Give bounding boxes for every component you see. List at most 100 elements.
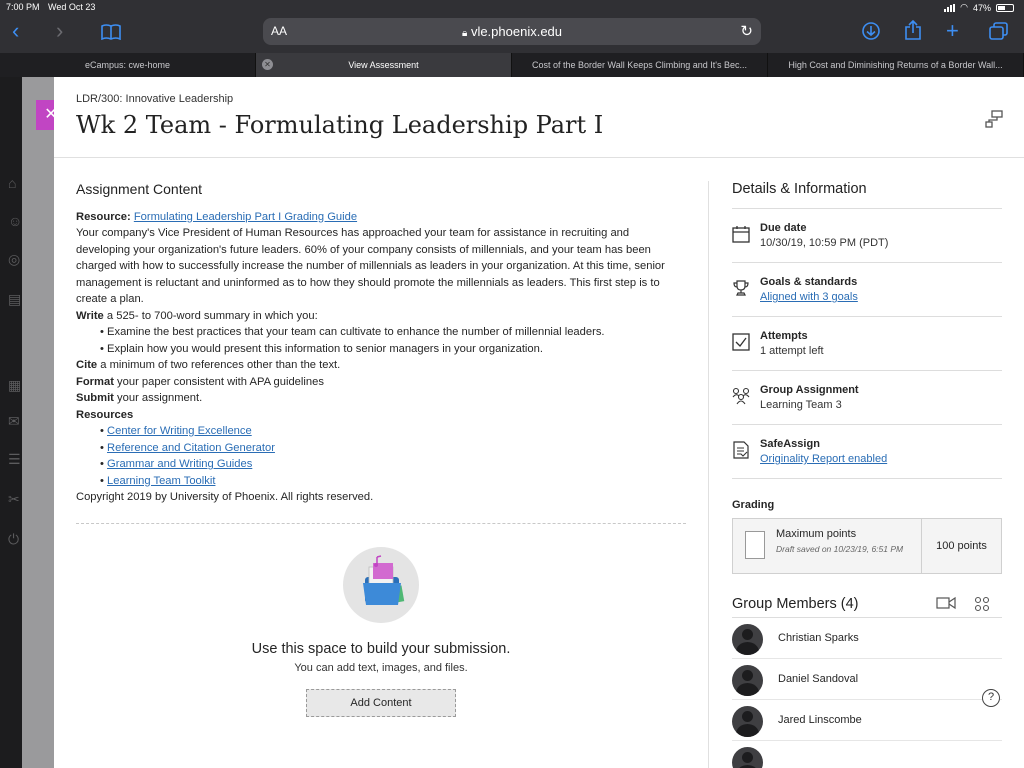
safeassign-row: SafeAssign Originality Report enabled: [732, 425, 1002, 479]
member-name: Daniel Sandoval: [778, 673, 859, 685]
aligned-goals-link[interactable]: Aligned with 3 goals: [760, 291, 858, 303]
signal-icon: [944, 3, 956, 12]
member-name: Jared Linscombe: [778, 714, 862, 726]
tab-bar: eCampus: cwe-home ✕ View Assessment Cost …: [0, 53, 1024, 77]
tabs-overview-icon[interactable]: [989, 22, 1008, 40]
cite-line: Cite a minimum of two references other t…: [76, 357, 686, 374]
submission-title: Use this space to build your submission.: [251, 641, 511, 657]
writing-excellence-link[interactable]: Center for Writing Excellence: [107, 425, 252, 437]
reload-icon[interactable]: ↻: [740, 22, 753, 40]
list-item: • Reference and Citation Generator: [100, 441, 275, 454]
battery-icon: [996, 3, 1014, 12]
safeassign-label: SafeAssign: [760, 438, 820, 450]
goals-row: Goals & standards Aligned with 3 goals: [732, 263, 1002, 317]
list-item[interactable]: Christian Sparks: [732, 618, 1002, 659]
assignment-content: Assignment Content Resource: Formulating…: [76, 181, 686, 506]
back-icon[interactable]: ‹: [12, 20, 19, 42]
bullet-text: Explain how you would present this infor…: [107, 342, 543, 355]
due-date-label: Due date: [760, 222, 807, 234]
report-icon: [733, 441, 749, 459]
signout-icon: ⏻: [8, 531, 20, 547]
new-tab-icon[interactable]: +: [946, 18, 959, 44]
bullet-text: Examine the best practices that your tea…: [107, 326, 605, 338]
folder-illustration: [343, 547, 419, 623]
submit-line: Submit your assignment.: [76, 390, 686, 407]
group-assignment-row: Group Assignment Learning Team 3: [732, 371, 1002, 425]
group-icon: [732, 387, 750, 405]
assignment-intro: Your company's Vice President of Human R…: [76, 227, 665, 305]
avatar: [732, 624, 763, 655]
folder-icon: [363, 555, 405, 605]
battery-percent: 47%: [972, 2, 991, 13]
forward-icon[interactable]: ›: [56, 20, 63, 42]
trophy-icon: [733, 280, 749, 296]
browser-chrome: 7:00 PM Wed Oct 23 ◠ 47% ‹ › AA 🔒︎ vle.p…: [0, 0, 1024, 53]
url-host: 🔒︎ vle.phoenix.edu: [263, 24, 761, 39]
grades-icon: ☰: [8, 451, 21, 467]
cite-label: Cite: [76, 359, 98, 371]
grammar-guides-link[interactable]: Grammar and Writing Guides: [107, 458, 252, 470]
list-item: • Examine the best practices that your t…: [100, 326, 605, 338]
safeassign-value: Originality Report enabled: [760, 453, 1002, 465]
checkbox-icon: [732, 333, 750, 351]
list-item[interactable]: [732, 741, 1002, 768]
max-points-label: Maximum points: [776, 528, 857, 540]
share-icon[interactable]: [904, 20, 922, 40]
originality-report-link[interactable]: Originality Report enabled: [760, 453, 887, 465]
group-assignment-label: Group Assignment: [760, 384, 859, 396]
download-icon[interactable]: [862, 22, 880, 40]
attempts-row: Attempts 1 attempt left: [732, 317, 1002, 371]
grading-label: Grading: [732, 499, 775, 511]
tab-label: High Cost and Diminishing Returns of a B…: [788, 60, 1003, 70]
course-name: LDR/300: Innovative Leadership: [76, 93, 234, 105]
background-page: ⌂ ☺ ◎ ▤ ▦ ✉ ☰ ✂ ⏻: [0, 77, 54, 768]
submit-label: Submit: [76, 392, 114, 404]
tab-ecampus[interactable]: eCampus: cwe-home: [0, 53, 256, 77]
grading-box: Maximum points Draft saved on 10/23/19, …: [732, 518, 1002, 574]
cite-text: a minimum of two references other than t…: [97, 359, 341, 371]
citation-generator-link[interactable]: Reference and Citation Generator: [107, 442, 275, 454]
url-text: vle.phoenix.edu: [470, 24, 563, 39]
group-people-icon[interactable]: [972, 596, 992, 614]
background-page-edge: [22, 77, 54, 768]
tab-label: eCampus: cwe-home: [84, 60, 171, 70]
due-date-row: Due date 10/30/19, 10:59 PM (PDT): [732, 209, 1002, 263]
team-toolkit-link[interactable]: Learning Team Toolkit: [107, 475, 215, 487]
tab-view-assessment[interactable]: ✕ View Assessment: [256, 53, 512, 77]
list-item[interactable]: Jared Linscombe: [732, 700, 1002, 741]
grading-guide-link[interactable]: Formulating Leadership Part I Grading Gu…: [134, 211, 357, 223]
status-time: 7:00 PM: [6, 2, 40, 12]
tab-close-icon[interactable]: ✕: [262, 59, 273, 70]
institution-icon: ⌂: [8, 175, 17, 191]
list-item[interactable]: Daniel Sandoval: [732, 659, 1002, 700]
tab-border-wall-returns[interactable]: High Cost and Diminishing Returns of a B…: [768, 53, 1024, 77]
resource-label: Resource:: [76, 210, 131, 223]
courses-icon: ▤: [8, 291, 22, 307]
structure-icon[interactable]: [984, 109, 1004, 129]
wifi-icon: ◠: [960, 2, 968, 12]
help-button[interactable]: ?: [982, 689, 1000, 707]
submission-subtitle: You can add text, images, and files.: [294, 662, 468, 674]
profile-icon: ☺: [8, 213, 23, 229]
format-label: Format: [76, 375, 114, 388]
member-name: Christian Sparks: [778, 632, 859, 644]
bookmarks-icon[interactable]: [101, 24, 121, 40]
add-content-button[interactable]: Add Content: [306, 689, 456, 717]
globe-icon: ◎: [8, 251, 21, 267]
calendar-icon: ▦: [8, 377, 22, 393]
group-members-title: Group Members (4): [732, 596, 859, 612]
address-bar[interactable]: AA 🔒︎ vle.phoenix.edu ↻: [263, 18, 761, 45]
list-item: • Explain how you would present this inf…: [100, 342, 543, 355]
status-bar: 7:00 PM Wed Oct 23 ◠ 47%: [0, 0, 1024, 14]
resources-heading: Resources: [76, 407, 686, 424]
format-line: Format your paper consistent with APA gu…: [76, 374, 686, 391]
goals-value: Aligned with 3 goals: [760, 291, 1002, 303]
submission-area: Use this space to build your submission.…: [76, 547, 686, 717]
content-divider: [76, 523, 686, 524]
details-heading: Details & Information: [732, 181, 1002, 209]
video-conference-icon[interactable]: [936, 596, 956, 610]
tab-border-wall-cost[interactable]: Cost of the Border Wall Keeps Climbing a…: [512, 53, 768, 77]
max-points-value: 100 points: [921, 519, 1001, 573]
list-item: • Center for Writing Excellence: [100, 425, 252, 437]
attempts-label: Attempts: [760, 330, 808, 342]
